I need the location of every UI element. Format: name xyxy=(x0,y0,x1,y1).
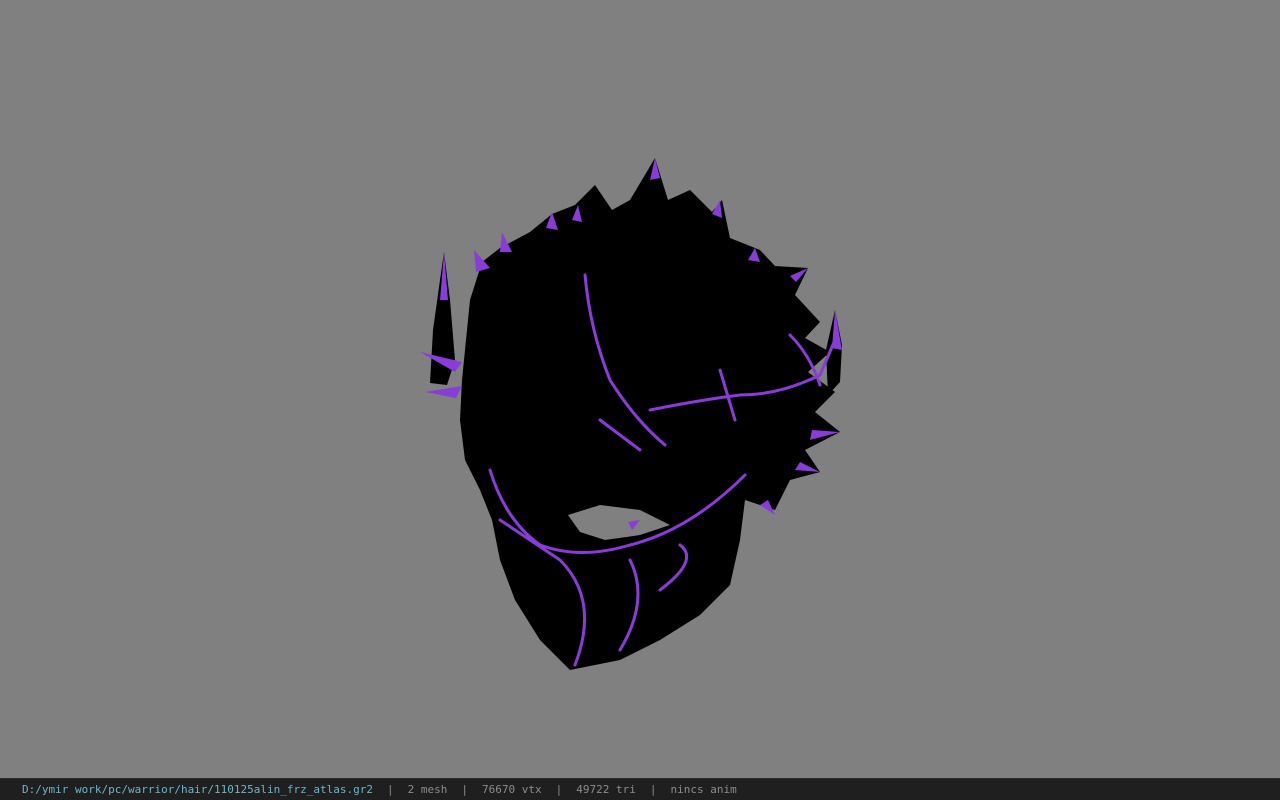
status-triangle-count: 49722 tri xyxy=(576,783,636,796)
status-separator: | xyxy=(649,783,657,796)
3d-viewport[interactable] xyxy=(0,0,1280,778)
status-vertex-count: 76670 vtx xyxy=(482,783,542,796)
status-separator: | xyxy=(387,783,394,796)
hair-mass xyxy=(460,158,840,670)
hair-model-render[interactable] xyxy=(0,0,1280,778)
status-separator: | xyxy=(555,783,563,796)
status-separator: | xyxy=(461,783,468,796)
status-file-path: D:/ymir work/pc/warrior/hair/110125alin_… xyxy=(22,783,373,796)
status-bar: D:/ymir work/pc/warrior/hair/110125alin_… xyxy=(0,778,1280,800)
status-mesh-count: 2 mesh xyxy=(407,783,448,796)
status-animation: nincs anim xyxy=(670,783,737,796)
